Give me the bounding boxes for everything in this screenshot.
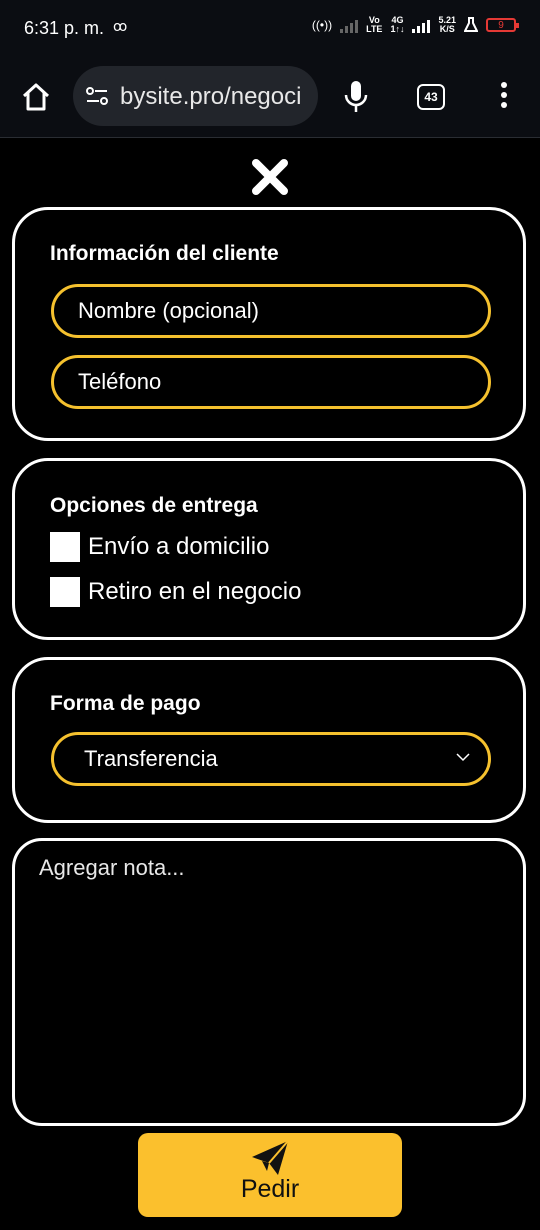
volte-label: Vo LTE	[366, 15, 383, 34]
address-bar[interactable]: bysite.pro/negoci	[73, 66, 318, 126]
store-pickup-label[interactable]: Retiro en el negocio	[88, 578, 301, 606]
order-page: Información del cliente Nombre (opcional…	[0, 139, 540, 1230]
battery-icon: 9	[486, 18, 519, 32]
status-time: 6:31 p. m.	[24, 18, 105, 38]
store-pickup-option[interactable]: Retiro en el negocio	[50, 577, 301, 607]
tab-count: 43	[424, 90, 438, 104]
phone-input[interactable]: Teléfono	[51, 355, 491, 409]
customer-info-card: Información del cliente Nombre (opcional…	[12, 207, 526, 441]
network-type-label: 4G 1↑↓	[390, 15, 405, 34]
order-button[interactable]: Pedir	[138, 1133, 402, 1217]
signal-icon-1	[340, 17, 359, 33]
payment-method-select[interactable]: Transferencia	[51, 732, 491, 786]
payment-card: Forma de pago Transferencia	[12, 657, 526, 823]
signal-icon-2	[412, 17, 431, 33]
home-delivery-option[interactable]: Envío a domicilio	[50, 532, 269, 562]
payment-selected-value: Transferencia	[84, 746, 218, 771]
home-icon[interactable]	[20, 81, 52, 113]
delivery-heading: Opciones de entrega	[50, 494, 258, 517]
send-icon	[252, 1140, 289, 1175]
battery-level: 9	[498, 19, 504, 31]
name-input[interactable]: Nombre (opcional)	[51, 284, 491, 338]
tab-switcher-button[interactable]: 43	[417, 84, 445, 110]
note-placeholder: Agregar nota...	[39, 855, 185, 880]
browser-toolbar: bysite.pro/negoci 43	[0, 56, 540, 138]
status-bar: 6:31 p. m. ꝏ ((•)) Vo LTE 4G 1↑↓ 5.21 K/…	[0, 0, 540, 56]
overflow-menu-icon[interactable]	[496, 82, 512, 112]
name-placeholder: Nombre (opcional)	[78, 298, 259, 323]
site-settings-icon[interactable]	[85, 84, 109, 108]
voicemail-icon: ꝏ	[113, 18, 128, 34]
customer-info-heading: Información del cliente	[50, 242, 279, 265]
flask-icon	[464, 17, 478, 32]
url-text[interactable]: bysite.pro/negoci	[120, 83, 310, 111]
note-textarea[interactable]: Agregar nota...	[12, 838, 526, 1126]
net-speed: 5.21 K/S	[438, 15, 456, 34]
close-icon[interactable]	[250, 157, 290, 197]
hotspot-icon: ((•))	[311, 18, 333, 32]
home-delivery-label[interactable]: Envío a domicilio	[88, 533, 269, 561]
home-delivery-checkbox[interactable]	[50, 532, 80, 562]
microphone-icon[interactable]	[343, 80, 369, 114]
chevron-down-icon	[456, 753, 470, 762]
payment-heading: Forma de pago	[50, 692, 201, 715]
status-indicators: ((•)) Vo LTE 4G 1↑↓ 5.21 K/S 9	[311, 15, 519, 34]
phone-placeholder: Teléfono	[78, 369, 162, 394]
store-pickup-checkbox[interactable]	[50, 577, 80, 607]
delivery-options-card: Opciones de entrega Envío a domicilio Re…	[12, 458, 526, 640]
order-button-label: Pedir	[240, 1175, 300, 1203]
